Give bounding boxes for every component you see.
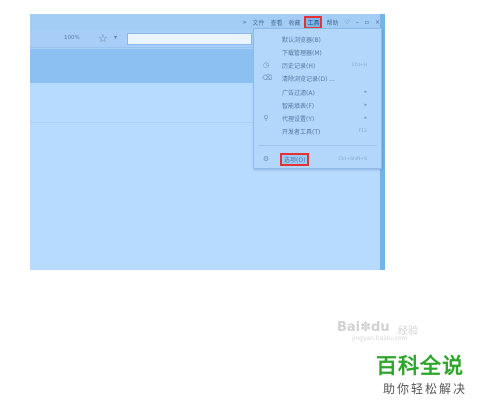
menu-favorites[interactable]: 收藏 (288, 18, 300, 27)
menu-item-default-browser[interactable]: 默认浏览器(B) (254, 33, 381, 45)
proxy-icon: ⚲ (263, 114, 269, 122)
menu-item-label: 代理设置(Y) (282, 115, 315, 123)
submenu-arrow-icon: ▸ (364, 89, 367, 95)
more-arrows-icon[interactable]: » (243, 19, 247, 26)
baidu-paw-icon: ✽ (360, 320, 372, 335)
menu-help[interactable]: 帮助 (326, 18, 338, 27)
menu-item-shortcut: F12 (358, 128, 367, 134)
baidu-watermark-text: Bai (337, 320, 361, 335)
minimize-icon[interactable]: – (356, 19, 359, 26)
menu-item-smart-fill[interactable]: 智能填表(F) ▸ (254, 99, 381, 111)
menu-separator (258, 145, 377, 146)
menu-item-label: 默认浏览器(B) (282, 36, 321, 44)
zoom-level[interactable]: 100% (64, 35, 80, 41)
tools-dropdown-menu: 默认浏览器(B) 下载管理器(M) ◷ 历史记录(H) Ctrl+H ⌫ 清除浏… (253, 28, 382, 169)
menu-item-download-manager[interactable]: 下载管理器(M) (254, 46, 381, 58)
baidu-watermark: Bai✽du (337, 320, 390, 335)
chevron-down-icon[interactable]: ▾ (114, 34, 117, 41)
menu-view[interactable]: 查看 (270, 18, 282, 27)
eraser-icon: ⌫ (262, 74, 272, 82)
menu-tools[interactable]: 工具 (304, 15, 323, 29)
submenu-arrow-icon: ▸ (364, 115, 367, 121)
baidu-watermark-suffix: du (371, 320, 390, 335)
shield-icon[interactable]: ♡ (345, 19, 350, 26)
menu-item-label: 历史记录(H) (282, 62, 316, 70)
search-input[interactable] (127, 33, 252, 45)
menu-item-label: 开发者工具(T) (282, 128, 321, 136)
menu-item-proxy-settings[interactable]: ⚲ 代理设置(Y) ▸ (254, 112, 381, 124)
watermark-url: jingyan.baidu.com (352, 335, 408, 342)
menu-item-developer-tools[interactable]: 开发者工具(T) F12 (254, 125, 381, 137)
menu-item-shortcut: Ctrl+H (351, 62, 367, 68)
submenu-arrow-icon: ▸ (364, 102, 367, 108)
star-icon[interactable]: ☆ (98, 32, 108, 45)
menu-item-shortcut: Ctrl+Shift+S (338, 156, 367, 162)
menu-file[interactable]: 文件 (252, 18, 264, 27)
menu-item-history[interactable]: ◷ 历史记录(H) Ctrl+H (254, 59, 381, 71)
menu-item-label: 下载管理器(M) (282, 49, 322, 57)
menu-item-ad-filter[interactable]: 广告过滤(A) ▸ (254, 86, 381, 98)
gear-icon: ⚙ (262, 155, 270, 163)
menu-bar: » 文件 查看 收藏 工具 帮助 ♡ – ▫ × (243, 15, 384, 29)
menu-item-label: 智能填表(F) (282, 102, 315, 110)
clock-icon: ◷ (262, 61, 270, 69)
menu-item-label: 选项(O) (279, 152, 310, 166)
menu-item-label: 广告过滤(A) (282, 89, 315, 97)
menu-item-label: 清除浏览记录(D) ... (282, 75, 335, 83)
menu-item-clear-history[interactable]: ⌫ 清除浏览记录(D) ... (254, 72, 381, 84)
brand-subtitle: 助你轻松解决 (383, 382, 468, 396)
restore-icon[interactable]: ▫ (365, 19, 369, 26)
menu-item-options[interactable]: ⚙ 选项(O) Ctrl+Shift+S (254, 152, 381, 166)
brand-title: 百科全说 (376, 354, 464, 378)
